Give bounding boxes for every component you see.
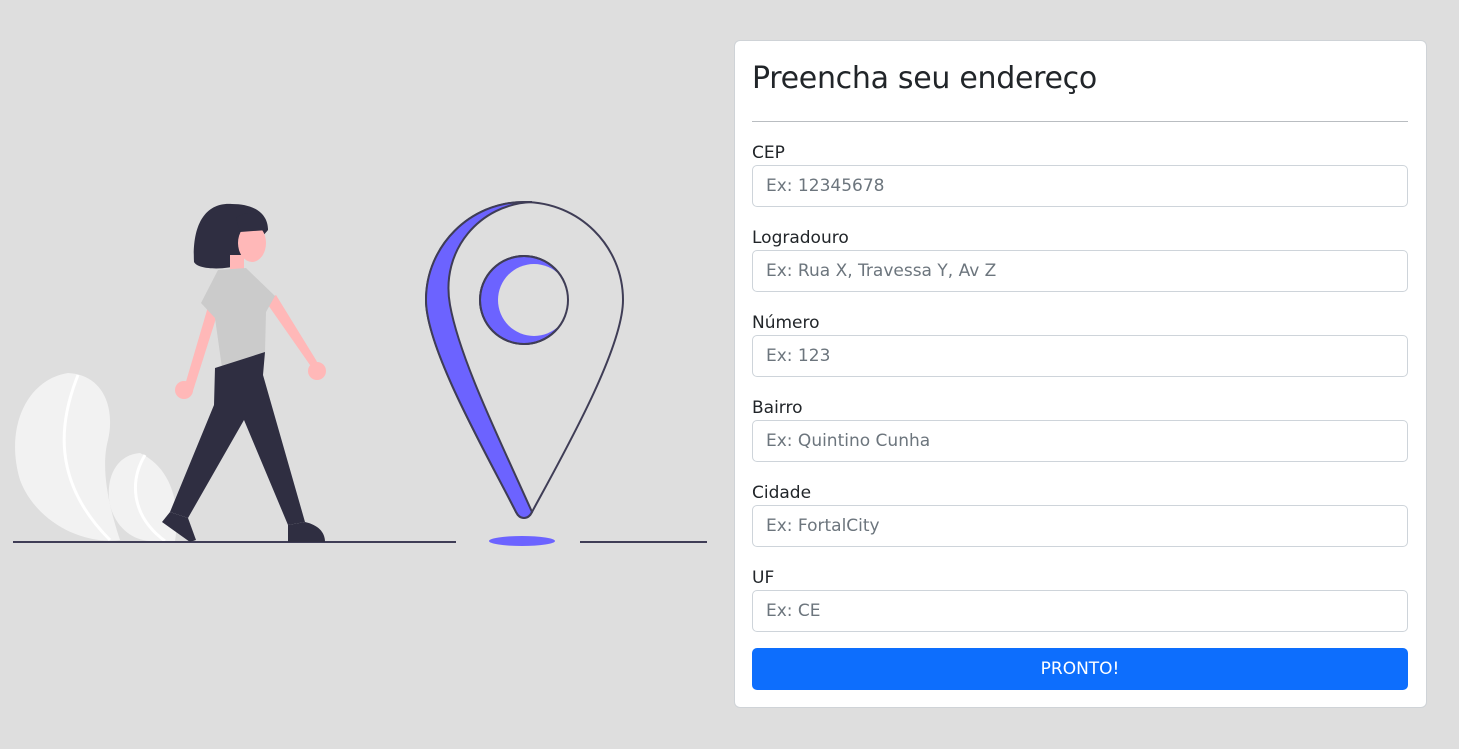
bairro-label: Bairro xyxy=(752,398,803,418)
cidade-label: Cidade xyxy=(752,483,812,503)
logradouro-field-group: Logradouro xyxy=(752,226,1408,306)
numero-input[interactable] xyxy=(752,335,1408,377)
logradouro-label: Logradouro xyxy=(752,228,849,248)
woman-figure xyxy=(162,203,326,542)
uf-input[interactable] xyxy=(752,590,1408,632)
address-form-card: Preencha seu endereço CEP Logradouro Núm… xyxy=(734,40,1427,708)
cep-input[interactable] xyxy=(752,165,1408,207)
cep-field-group: CEP xyxy=(752,141,1408,221)
illustration xyxy=(0,0,720,749)
cep-label: CEP xyxy=(752,143,785,163)
submit-button[interactable]: PRONTO! xyxy=(752,648,1408,690)
divider xyxy=(752,121,1408,122)
bairro-input[interactable] xyxy=(752,420,1408,462)
plant-illustration xyxy=(15,373,177,543)
numero-label: Número xyxy=(752,313,820,333)
cidade-field-group: Cidade xyxy=(752,481,1408,561)
cidade-input[interactable] xyxy=(752,505,1408,547)
location-pin-icon xyxy=(424,200,625,519)
uf-label: UF xyxy=(752,568,775,588)
bairro-field-group: Bairro xyxy=(752,396,1408,476)
numero-field-group: Número xyxy=(752,311,1408,391)
form-title: Preencha seu endereço xyxy=(752,61,1097,96)
logradouro-input[interactable] xyxy=(752,250,1408,292)
uf-field-group: UF xyxy=(752,566,1408,646)
woman-walking-illustration xyxy=(13,200,707,546)
